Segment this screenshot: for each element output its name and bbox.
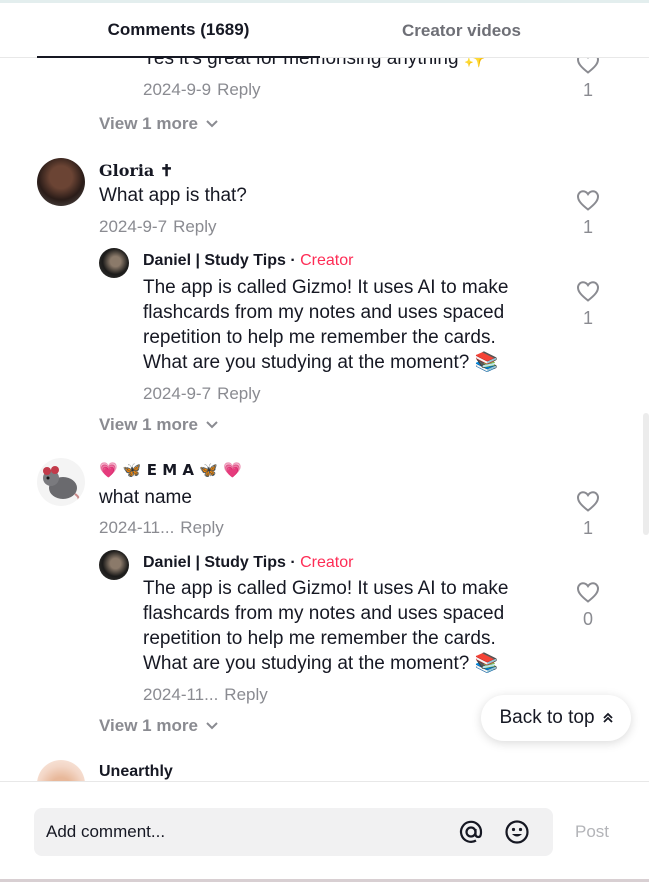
chevron-down-icon [206, 120, 218, 128]
comment-text: what name [99, 487, 192, 508]
reply-meta: 2024-11... Reply [143, 685, 268, 705]
reply-text: The app is called Gizmo! It uses AI to m… [143, 578, 509, 674]
reply-username[interactable]: Daniel | Study Tips [143, 252, 286, 269]
comment-date: 2024-9-9 [143, 80, 212, 99]
avatar[interactable] [37, 458, 85, 506]
back-to-top-button[interactable]: Back to top [481, 695, 631, 741]
like-button[interactable]: 1 [568, 280, 608, 329]
view-more-replies[interactable]: View 1 more [99, 716, 218, 736]
comment-meta: 2024-9-9 Reply [143, 80, 261, 100]
like-button[interactable]: 1 [568, 58, 608, 101]
like-count: 1 [582, 518, 593, 538]
like-count: 1 [582, 308, 593, 328]
reply-link[interactable]: Reply [173, 217, 216, 236]
reply-date: 2024-9-7 [143, 384, 212, 403]
double-chevron-up-icon [602, 712, 613, 723]
reply-meta: 2024-9-7 Reply [143, 384, 261, 404]
view-more-label: View 1 more [99, 114, 198, 133]
separator: · [290, 554, 296, 571]
view-more-replies[interactable]: View 1 more [99, 415, 218, 435]
like-count: 1 [582, 80, 593, 100]
comment-meta: 2024-11... Reply [99, 518, 224, 538]
chevron-down-icon [206, 722, 218, 730]
creator-badge: Creator [300, 252, 354, 269]
heart-outline-icon [576, 491, 600, 512]
reply-link[interactable]: Reply [180, 518, 223, 537]
comment-username[interactable]: Gloria ✝ [99, 161, 173, 180]
view-more-label: View 1 more [99, 415, 198, 434]
creator-badge: Creator [300, 554, 354, 571]
comment-text: Yes it's great for memorising anything ✨ [143, 58, 488, 69]
separator: · [290, 252, 296, 269]
comment-tabs: Comments (1689) Creator videos [0, 3, 649, 58]
at-sign-icon[interactable] [458, 819, 484, 850]
like-button[interactable]: 1 [568, 189, 608, 238]
comment-date: 2024-9-7 [99, 217, 168, 236]
reply-header: Daniel | Study Tips · Creator [143, 554, 353, 572]
comment-list[interactable]: Yes it's great for memorising anything ✨… [0, 58, 649, 781]
view-more-label: View 1 more [99, 716, 198, 735]
comment-input-placeholder: Add comment... [46, 822, 166, 841]
comment-text: What app is that? [99, 185, 247, 206]
reply-header: Daniel | Study Tips · Creator [143, 252, 353, 270]
heart-outline-icon [576, 58, 600, 74]
comment-date: 2024-11... [99, 518, 175, 537]
reply-link[interactable]: Reply [217, 384, 260, 403]
avatar[interactable] [37, 158, 85, 206]
reply-link[interactable]: Reply [217, 80, 260, 99]
like-count: 0 [582, 609, 593, 629]
rat-avatar-image [43, 466, 80, 503]
reply-username[interactable]: Daniel | Study Tips [143, 554, 286, 571]
like-button[interactable]: 0 [568, 581, 608, 630]
avatar[interactable] [99, 550, 129, 580]
chevron-down-icon [206, 421, 218, 429]
reply-text: The app is called Gizmo! It uses AI to m… [143, 277, 509, 373]
heart-outline-icon [576, 582, 600, 603]
tab-creator-videos[interactable]: Creator videos [320, 3, 603, 58]
reply-date: 2024-11... [143, 685, 219, 704]
heart-outline-icon [576, 281, 600, 302]
comment-username[interactable]: Unearthly [99, 763, 173, 781]
comment-meta: 2024-9-7 Reply [99, 217, 217, 237]
avatar[interactable] [99, 248, 129, 278]
view-more-replies[interactable]: View 1 more [99, 114, 218, 134]
tab-comments[interactable]: Comments (1689) [37, 3, 320, 58]
comment-composer: Add comment... Post [0, 781, 649, 882]
like-button[interactable]: 1 [568, 490, 608, 539]
like-count: 1 [582, 217, 593, 237]
reply-link[interactable]: Reply [224, 685, 267, 704]
scrollbar-thumb[interactable] [643, 413, 649, 535]
emoji-icon[interactable] [504, 819, 530, 850]
heart-outline-icon [576, 190, 600, 211]
comment-username[interactable]: 💗 🦋 E M A 🦋 💗 [99, 461, 242, 479]
back-to-top-label: Back to top [499, 707, 595, 728]
comment-input[interactable]: Add comment... [34, 808, 553, 856]
post-button[interactable]: Post [575, 822, 609, 842]
avatar[interactable] [37, 760, 85, 781]
